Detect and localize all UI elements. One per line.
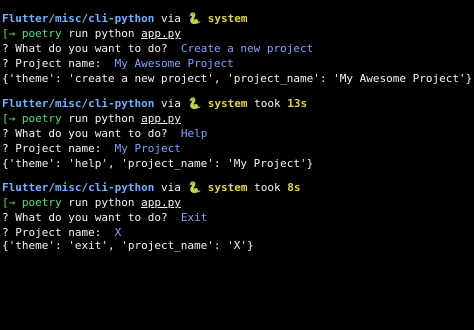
prompt-line: Flutter/misc/cli-python via 🐍 system too… bbox=[2, 96, 307, 111]
python-snake-icon: 🐍 bbox=[187, 97, 202, 110]
question-marker: ? bbox=[2, 142, 16, 155]
took-text: took bbox=[247, 181, 288, 194]
terminal-window[interactable]: Flutter/misc/cli-python via 🐍 system [→ … bbox=[2, 0, 474, 253]
command-line: [→ poetry run python app.py bbox=[2, 111, 181, 126]
question-marker: ? bbox=[2, 57, 16, 70]
duration-text: 13s bbox=[287, 97, 308, 110]
question-line: ? What do you want to do? Create a new p… bbox=[2, 41, 313, 56]
output-line: {'theme': 'exit', 'project_name': 'X'} bbox=[2, 238, 254, 253]
answer-text: Help bbox=[180, 127, 208, 140]
cwd-path: Flutter/misc/cli-python bbox=[2, 181, 155, 194]
command-name: poetry bbox=[15, 27, 62, 40]
question-text: Project name: bbox=[15, 142, 115, 155]
command-file: app.py bbox=[141, 196, 181, 209]
command-name: poetry bbox=[15, 196, 62, 209]
question-marker: ? bbox=[2, 211, 16, 224]
command-line: [→ poetry run python app.py bbox=[2, 26, 181, 41]
answer-text: Create a new project bbox=[180, 42, 314, 55]
via-text: via bbox=[154, 181, 188, 194]
via-text: via bbox=[154, 12, 188, 25]
question-text: Project name: bbox=[15, 57, 115, 70]
program-output: {'theme': 'exit', 'project_name': 'X'} bbox=[2, 239, 254, 252]
question-text: What do you want to do? bbox=[15, 127, 181, 140]
question-line: ? What do you want to do? Help bbox=[2, 126, 207, 141]
command-args: run python bbox=[61, 27, 142, 40]
prompt-line: Flutter/misc/cli-python via 🐍 system bbox=[2, 11, 248, 26]
program-output: {'theme': 'create a new project', 'proje… bbox=[2, 72, 473, 85]
question-marker: ? bbox=[2, 127, 16, 140]
answer-text: My Project bbox=[114, 142, 181, 155]
cwd-path: Flutter/misc/cli-python bbox=[2, 97, 155, 110]
question-line: ? What do you want to do? Exit bbox=[2, 210, 207, 225]
prompt-arrow-icon: [→ bbox=[2, 196, 16, 209]
python-env-label: system bbox=[201, 97, 248, 110]
python-snake-icon: 🐍 bbox=[187, 12, 202, 25]
command-args: run python bbox=[61, 112, 142, 125]
command-args: run python bbox=[61, 196, 142, 209]
output-line: {'theme': 'create a new project', 'proje… bbox=[2, 71, 472, 86]
command-file: app.py bbox=[141, 27, 181, 40]
question-text: What do you want to do? bbox=[15, 42, 181, 55]
python-env-label: system bbox=[201, 181, 248, 194]
question-line: ? Project name: My Awesome Project bbox=[2, 56, 234, 71]
took-text: took bbox=[247, 97, 288, 110]
output-line: {'theme': 'help', 'project_name': 'My Pr… bbox=[2, 156, 313, 171]
question-text: What do you want to do? bbox=[15, 211, 181, 224]
answer-text: My Awesome Project bbox=[114, 57, 234, 70]
answer-text: Exit bbox=[180, 211, 208, 224]
duration-text: 8s bbox=[287, 181, 301, 194]
prompt-arrow-icon: [→ bbox=[2, 112, 16, 125]
command-file: app.py bbox=[141, 112, 181, 125]
program-output: {'theme': 'help', 'project_name': 'My Pr… bbox=[2, 157, 314, 170]
prompt-line: Flutter/misc/cli-python via 🐍 system too… bbox=[2, 180, 301, 195]
question-marker: ? bbox=[2, 42, 16, 55]
question-line: ? Project name: My Project bbox=[2, 141, 181, 156]
python-env-label: system bbox=[201, 12, 248, 25]
command-name: poetry bbox=[15, 112, 62, 125]
python-snake-icon: 🐍 bbox=[187, 181, 202, 194]
command-line: [→ poetry run python app.py bbox=[2, 195, 181, 210]
cwd-path: Flutter/misc/cli-python bbox=[2, 12, 155, 25]
prompt-arrow-icon: [→ bbox=[2, 27, 16, 40]
via-text: via bbox=[154, 97, 188, 110]
